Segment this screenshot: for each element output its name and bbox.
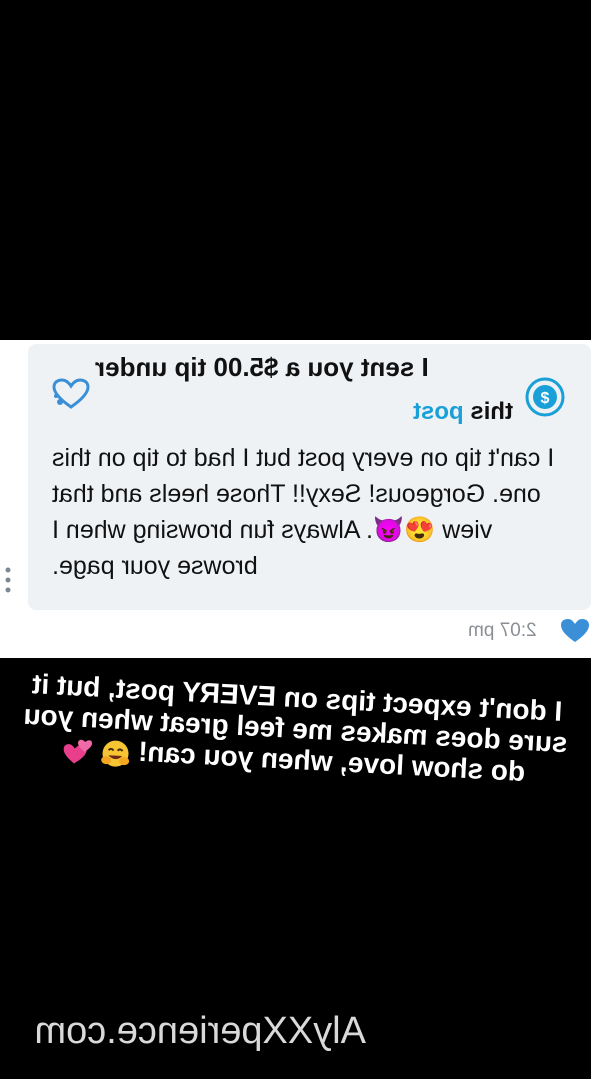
tip-post-line: this post: [413, 395, 513, 429]
tip-link-prefix: this: [463, 398, 513, 425]
more-options-icon[interactable]: [4, 566, 12, 594]
like-heart-icon[interactable]: [52, 378, 90, 410]
two-hearts-icon: [63, 739, 93, 764]
dollar-tip-icon: $: [525, 377, 565, 417]
liked-heart-icon[interactable]: [560, 618, 590, 644]
tip-message-text: I can't tip on every post but I had to t…: [52, 444, 555, 580]
tip-title: I sent you a $5.00 tip under: [95, 352, 429, 382]
hugging-face-icon: [100, 740, 129, 767]
watermark: AlyXXperience.com: [34, 1010, 366, 1052]
post-link[interactable]: post: [413, 398, 464, 425]
caption-text: I don't expect tips on EVERY post, but i…: [22, 668, 569, 788]
story-caption: I don't expect tips on EVERY post, but i…: [16, 668, 575, 793]
caption-emojis: [62, 733, 131, 769]
svg-text:$: $: [541, 390, 550, 407]
message-timestamp: 2:07 pm: [468, 620, 537, 641]
